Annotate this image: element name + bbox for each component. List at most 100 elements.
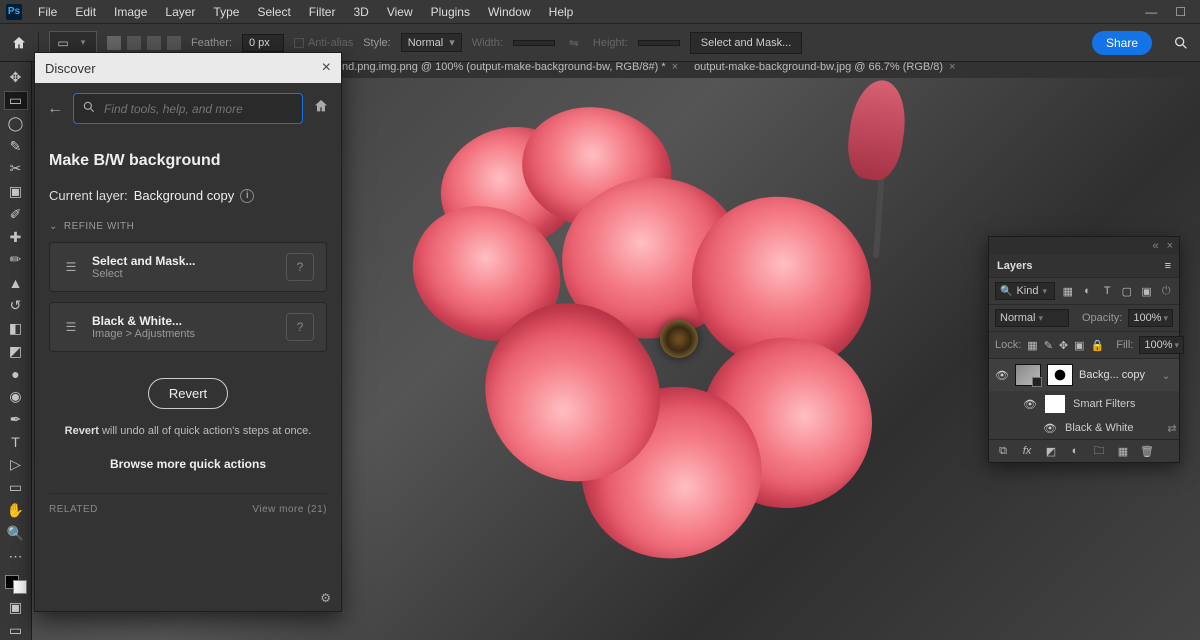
- document-tab-2[interactable]: output-make-background-bw.jpg @ 66.7% (R…: [694, 61, 955, 73]
- home-icon[interactable]: [313, 98, 329, 119]
- filter-smart-icon[interactable]: ▣: [1140, 284, 1154, 298]
- lock-paint-icon[interactable]: ✎: [1044, 338, 1053, 352]
- lock-artboard-icon[interactable]: ▣: [1074, 338, 1084, 352]
- blend-mode-select[interactable]: Normal ▾: [995, 309, 1069, 327]
- menu-select[interactable]: Select: [249, 2, 298, 22]
- layers-tab[interactable]: Layers ≡: [989, 255, 1179, 277]
- menu-image[interactable]: Image: [106, 2, 155, 22]
- visibility-toggle-icon[interactable]: 👁: [995, 369, 1009, 382]
- dodge-tool[interactable]: ◉: [4, 387, 28, 406]
- stamp-tool[interactable]: ▲: [4, 273, 28, 292]
- visibility-toggle-icon[interactable]: 👁: [1023, 398, 1037, 411]
- home-icon[interactable]: [10, 34, 28, 52]
- more-tools[interactable]: ⋯: [4, 547, 28, 566]
- action-black-and-white[interactable]: ☰ Black & White... Image > Adjustments ?: [49, 302, 327, 352]
- menu-file[interactable]: File: [30, 2, 65, 22]
- blur-tool[interactable]: ●: [4, 364, 28, 383]
- menu-help[interactable]: Help: [541, 2, 582, 22]
- path-select-tool[interactable]: ▷: [4, 456, 28, 475]
- new-layer-icon[interactable]: ▦: [1115, 444, 1131, 458]
- panel-menu-icon[interactable]: ≡: [1165, 260, 1171, 272]
- menu-3d[interactable]: 3D: [345, 2, 376, 22]
- lock-position-icon[interactable]: ✥: [1059, 338, 1068, 352]
- discover-search-input[interactable]: [104, 102, 294, 116]
- filter-item-row[interactable]: 👁 Black & White ⇄: [989, 417, 1179, 439]
- share-button[interactable]: Share: [1092, 31, 1152, 55]
- selection-subtract-icon[interactable]: [147, 36, 161, 50]
- link-layers-icon[interactable]: ⧉: [995, 444, 1011, 458]
- pen-tool[interactable]: ✒: [4, 410, 28, 429]
- menu-plugins[interactable]: Plugins: [423, 2, 478, 22]
- eyedropper-tool[interactable]: ✐: [4, 205, 28, 224]
- menu-edit[interactable]: Edit: [67, 2, 104, 22]
- layer-row[interactable]: 👁 Backg... copy ⌄: [989, 358, 1179, 391]
- quick-select-tool[interactable]: ✎: [4, 137, 28, 156]
- layer-link-icon[interactable]: ⌄: [1159, 368, 1173, 382]
- menu-layer[interactable]: Layer: [157, 2, 203, 22]
- search-icon[interactable]: [1172, 34, 1190, 52]
- select-and-mask-button[interactable]: Select and Mask...: [690, 32, 803, 54]
- color-swatches[interactable]: [5, 575, 27, 594]
- revert-button[interactable]: Revert: [148, 378, 228, 409]
- menu-filter[interactable]: Filter: [301, 2, 344, 22]
- marquee-tool[interactable]: ▭: [4, 91, 28, 110]
- minimize-icon[interactable]: —: [1145, 5, 1157, 19]
- menu-window[interactable]: Window: [480, 2, 539, 22]
- close-icon[interactable]: ×: [1167, 240, 1173, 252]
- menu-view[interactable]: View: [379, 2, 421, 22]
- marquee-tool-selector[interactable]: ▭ ▾: [49, 31, 97, 55]
- filter-pixel-icon[interactable]: ▦: [1061, 284, 1075, 298]
- delete-layer-icon[interactable]: 🗑: [1139, 444, 1155, 458]
- layer-mask-thumbnail[interactable]: [1047, 364, 1073, 386]
- browse-more-link[interactable]: Browse more quick actions: [49, 457, 327, 471]
- back-icon[interactable]: ←: [47, 100, 63, 118]
- fill-input[interactable]: 100%▾: [1139, 336, 1184, 354]
- history-brush-tool[interactable]: ↺: [4, 296, 28, 315]
- style-select[interactable]: Normal▾: [401, 33, 462, 52]
- zoom-tool[interactable]: 🔍: [4, 524, 28, 543]
- discover-search-box[interactable]: [73, 93, 303, 124]
- selection-add-icon[interactable]: [127, 36, 141, 50]
- refine-with-label[interactable]: ⌄REFINE WITH: [49, 221, 327, 232]
- type-tool[interactable]: T: [4, 433, 28, 452]
- maximize-icon[interactable]: ☐: [1175, 5, 1186, 19]
- help-icon[interactable]: ?: [286, 313, 314, 341]
- gear-icon[interactable]: ⚙: [320, 591, 331, 605]
- selection-new-icon[interactable]: [107, 36, 121, 50]
- hand-tool[interactable]: ✋: [4, 501, 28, 520]
- help-icon[interactable]: ?: [286, 253, 314, 281]
- filter-adjust-icon[interactable]: ◐: [1081, 284, 1095, 298]
- smart-filters-row[interactable]: 👁 Smart Filters: [989, 391, 1179, 417]
- layer-name[interactable]: Backg... copy: [1079, 369, 1145, 381]
- eraser-tool[interactable]: ◧: [4, 319, 28, 338]
- crop-tool[interactable]: ✂: [4, 159, 28, 178]
- layer-fx-icon[interactable]: fx: [1019, 444, 1035, 458]
- selection-intersect-icon[interactable]: [167, 36, 181, 50]
- add-mask-icon[interactable]: ◩: [1043, 444, 1059, 458]
- filter-shape-icon[interactable]: ▢: [1120, 284, 1134, 298]
- lock-all-icon[interactable]: 🔒: [1091, 338, 1105, 352]
- gradient-tool[interactable]: ◩: [4, 342, 28, 361]
- new-group-icon[interactable]: 🗀: [1091, 444, 1107, 458]
- document-tab-1[interactable]: nd.png.img.png @ 100% (output-make-backg…: [342, 61, 678, 73]
- quick-mask-toggle[interactable]: ▣: [4, 598, 28, 617]
- lock-transparency-icon[interactable]: ▦: [1027, 338, 1037, 352]
- action-select-and-mask[interactable]: ☰ Select and Mask... Select ?: [49, 242, 327, 292]
- menu-type[interactable]: Type: [205, 2, 247, 22]
- brush-tool[interactable]: ✏: [4, 251, 28, 270]
- frame-tool[interactable]: ▣: [4, 182, 28, 201]
- opacity-input[interactable]: 100%▾: [1128, 309, 1173, 327]
- lasso-tool[interactable]: ◯: [4, 114, 28, 133]
- layer-thumbnail[interactable]: [1015, 364, 1041, 386]
- close-icon[interactable]: ×: [949, 61, 955, 73]
- feather-input[interactable]: 0 px: [242, 34, 284, 52]
- filter-options-icon[interactable]: ⇄: [1165, 421, 1179, 435]
- info-icon[interactable]: i: [240, 189, 254, 203]
- close-icon[interactable]: ×: [672, 61, 678, 73]
- shape-tool[interactable]: ▭: [4, 478, 28, 497]
- filter-type-icon[interactable]: T: [1100, 284, 1114, 298]
- close-icon[interactable]: ×: [322, 59, 331, 77]
- new-adjustment-icon[interactable]: ◐: [1067, 444, 1083, 458]
- visibility-toggle-icon[interactable]: 👁: [1043, 422, 1057, 435]
- filter-kind-select[interactable]: 🔍Kind▾: [995, 282, 1055, 300]
